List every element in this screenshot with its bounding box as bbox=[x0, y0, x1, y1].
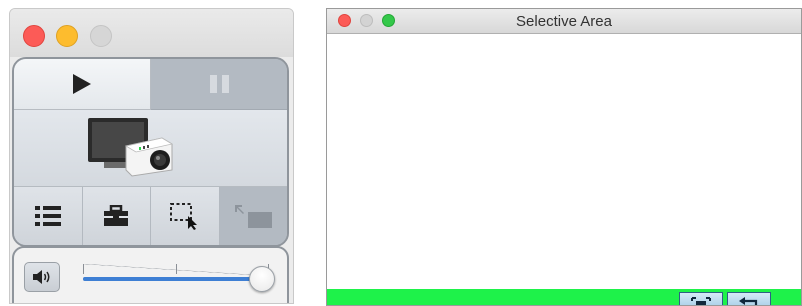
volume-slider[interactable] bbox=[80, 258, 276, 298]
pause-button[interactable] bbox=[151, 59, 287, 110]
toolbox-button[interactable] bbox=[82, 187, 151, 245]
control-window-titlebar bbox=[10, 9, 293, 57]
volume-tick bbox=[176, 264, 177, 274]
pause-icon bbox=[209, 75, 229, 93]
volume-tick bbox=[83, 264, 84, 274]
fit-area-button[interactable] bbox=[679, 292, 723, 305]
volume-fill bbox=[83, 277, 263, 281]
fullscreen-icon bbox=[235, 205, 273, 228]
fullscreen-button[interactable] bbox=[219, 187, 287, 245]
return-arrow-icon bbox=[739, 296, 758, 305]
window-title: Selective Area bbox=[516, 13, 612, 30]
selection-cursor-icon bbox=[169, 203, 197, 230]
monitor-projector-icon bbox=[88, 118, 174, 177]
return-button[interactable] bbox=[727, 292, 771, 305]
close-window-button[interactable] bbox=[23, 25, 45, 47]
play-button[interactable] bbox=[14, 59, 151, 110]
volume-panel bbox=[12, 246, 289, 303]
speaker-icon bbox=[33, 270, 50, 284]
mute-button[interactable] bbox=[24, 262, 60, 292]
selective-area-window: Selective Area bbox=[326, 8, 802, 306]
selective-area-titlebar: Selective Area bbox=[327, 9, 801, 34]
volume-slider-thumb[interactable] bbox=[249, 266, 276, 292]
toolbox-icon bbox=[104, 205, 129, 226]
list-icon bbox=[34, 206, 61, 226]
list-button[interactable] bbox=[14, 187, 83, 245]
minimize-window-button[interactable] bbox=[56, 25, 78, 47]
fit-screen-icon bbox=[691, 296, 711, 305]
play-icon bbox=[73, 74, 91, 94]
select-area-button[interactable] bbox=[151, 187, 220, 245]
zoom-window-button[interactable] bbox=[90, 25, 112, 47]
display-projector-area bbox=[14, 110, 287, 187]
projector-control-window bbox=[9, 8, 294, 304]
selection-canvas[interactable] bbox=[327, 34, 801, 289]
function-button-row bbox=[14, 187, 287, 245]
main-control-panel bbox=[12, 57, 289, 247]
